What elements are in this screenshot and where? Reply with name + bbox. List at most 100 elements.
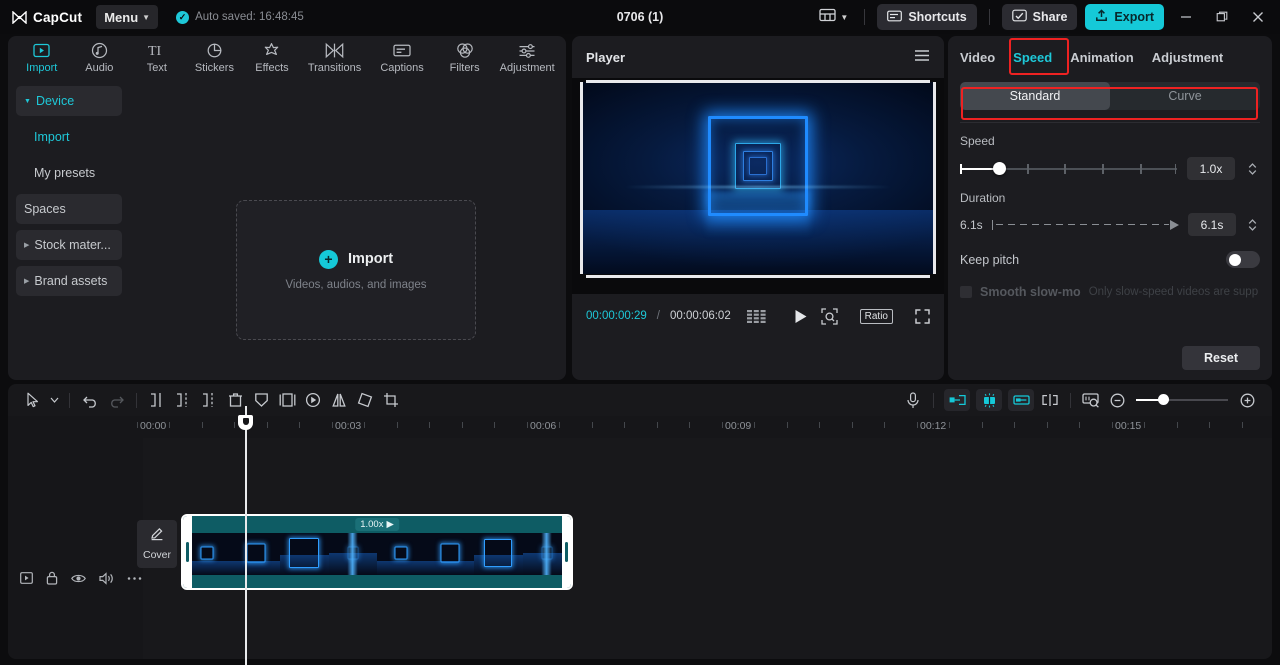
cover-button[interactable]: Cover xyxy=(137,520,177,568)
undo-icon[interactable] xyxy=(77,388,103,412)
tab-audio[interactable]: Audio xyxy=(72,37,128,79)
volume-icon[interactable] xyxy=(99,571,114,585)
import-title: Import xyxy=(347,251,394,267)
timeline-video-clip[interactable]: 1.00x ▶ xyxy=(181,514,573,590)
tab-adjustment[interactable]: Adjustment xyxy=(1152,50,1224,65)
redo-icon[interactable] xyxy=(103,388,129,412)
duration-stepper[interactable] xyxy=(1245,218,1260,232)
tab-label: Filters xyxy=(449,62,480,74)
zoom-fit-icon[interactable] xyxy=(820,307,838,325)
export-label: Export xyxy=(1114,10,1154,24)
timeline-ruler[interactable]: 00:00 00:03 00:06 00:09 00:12 00:15 xyxy=(8,416,1272,438)
playhead-handle[interactable] xyxy=(238,415,253,433)
clip-thumbnail xyxy=(425,533,474,575)
segment-standard[interactable]: Standard xyxy=(960,82,1110,110)
keep-pitch-toggle[interactable] xyxy=(1226,251,1260,268)
import-dropzone[interactable]: + Import Videos, audios, and images xyxy=(236,200,476,340)
thumbnail-preview-icon[interactable] xyxy=(1078,388,1104,412)
slider-tick xyxy=(1027,163,1029,174)
keyframe-icon[interactable] xyxy=(300,388,326,412)
timeline-zoom-slider[interactable] xyxy=(1136,392,1228,408)
chevron-down-icon[interactable] xyxy=(46,388,62,412)
sidebar-item-label: Spaces xyxy=(24,202,66,216)
player-header: Player xyxy=(572,36,944,78)
sidebar-item-device[interactable]: ▼ Device xyxy=(16,86,122,116)
crop-icon[interactable] xyxy=(378,388,404,412)
speed-slider-knob[interactable] xyxy=(992,161,1006,175)
select-arrow-icon[interactable] xyxy=(20,388,46,412)
shortcuts-label: Shortcuts xyxy=(908,10,967,24)
magnet-snap-icon[interactable] xyxy=(976,389,1002,411)
ruler-label: 00:06 xyxy=(530,420,557,432)
smooth-slow-mo-hint: Only slow-speed videos are supp xyxy=(1088,286,1259,298)
player-menu-icon[interactable] xyxy=(914,49,930,65)
layout-button[interactable]: ▼ xyxy=(815,5,852,30)
plus-icon: + xyxy=(318,249,338,269)
split-marker-icon[interactable] xyxy=(1037,388,1063,412)
zoom-in-icon[interactable] xyxy=(1234,388,1260,412)
split-right-icon[interactable] xyxy=(196,388,222,412)
mirror-icon[interactable] xyxy=(326,388,352,412)
tab-filters[interactable]: Filters xyxy=(437,37,493,79)
split-icon[interactable] xyxy=(170,388,196,412)
tab-video[interactable]: Video xyxy=(960,50,995,65)
tab-import[interactable]: Import xyxy=(14,37,70,79)
smooth-slow-mo-checkbox[interactable] xyxy=(960,286,972,298)
properties-footer: Reset xyxy=(948,336,1272,380)
sidebar-item-my-presets[interactable]: My presets xyxy=(16,158,122,188)
clip-trim-handle-right[interactable] xyxy=(562,516,571,588)
maximize-button[interactable] xyxy=(1208,4,1236,30)
shortcuts-button[interactable]: Shortcuts xyxy=(877,4,977,30)
tab-speed[interactable]: Speed xyxy=(1013,50,1052,65)
neon-horizon-beam xyxy=(624,185,892,188)
clip-speed-badge[interactable]: 1.00x ▶ xyxy=(355,518,399,531)
minimize-button[interactable] xyxy=(1172,4,1200,30)
clip-trim-handle-left[interactable] xyxy=(183,516,192,588)
menu-label: Menu xyxy=(104,9,139,25)
zoom-out-icon[interactable] xyxy=(1104,388,1130,412)
speed-value-input[interactable]: 1.0x xyxy=(1187,157,1235,180)
play-button[interactable] xyxy=(794,309,808,324)
auto-snap-right-icon[interactable] xyxy=(1008,389,1034,411)
tab-transitions[interactable]: Transitions xyxy=(302,37,368,79)
share-button[interactable]: Share xyxy=(1001,4,1078,30)
video-preview[interactable] xyxy=(582,82,934,274)
tab-stickers[interactable]: Stickers xyxy=(187,37,243,79)
tab-animation[interactable]: Animation xyxy=(1070,50,1134,65)
video-track-icon[interactable] xyxy=(20,572,33,584)
tab-effects[interactable]: Effects xyxy=(244,37,300,79)
duration-value-input[interactable]: 6.1s xyxy=(1188,213,1236,236)
freeze-frame-icon[interactable] xyxy=(274,388,300,412)
tab-adjustment[interactable]: Adjustment xyxy=(494,37,560,79)
sidebar-item-stock-materials[interactable]: ▶ Stock mater... xyxy=(16,230,122,260)
divider xyxy=(864,9,866,25)
sidebar-item-brand-assets[interactable]: ▶ Brand assets xyxy=(16,266,122,296)
tab-label: Captions xyxy=(380,62,424,74)
frame-list-icon[interactable] xyxy=(746,309,766,323)
tab-captions[interactable]: Captions xyxy=(369,37,435,79)
export-button[interactable]: Export xyxy=(1085,4,1164,30)
more-dots-icon[interactable] xyxy=(127,576,142,581)
auto-snap-left-icon[interactable] xyxy=(944,389,970,411)
tab-text[interactable]: TI Text xyxy=(129,37,185,79)
split-left-icon[interactable] xyxy=(144,388,170,412)
segment-curve[interactable]: Curve xyxy=(1110,82,1260,110)
chevron-right-icon: ▶ xyxy=(24,278,30,285)
text-ti-icon: TI xyxy=(147,42,167,59)
microphone-icon[interactable] xyxy=(900,388,926,412)
ratio-button[interactable]: Ratio xyxy=(859,308,893,324)
menu-button[interactable]: Menu ▼ xyxy=(96,5,159,29)
speed-slider[interactable] xyxy=(960,160,1177,178)
eye-icon[interactable] xyxy=(71,573,86,584)
sidebar-item-spaces[interactable]: Spaces xyxy=(16,194,122,224)
close-button[interactable] xyxy=(1244,4,1272,30)
rotate-icon[interactable] xyxy=(352,388,378,412)
zoom-slider-knob[interactable] xyxy=(1158,394,1169,405)
playhead-line xyxy=(245,406,247,665)
mask-shield-icon[interactable] xyxy=(248,388,274,412)
speed-stepper[interactable] xyxy=(1245,162,1260,176)
fullscreen-icon[interactable] xyxy=(915,308,930,324)
lock-icon[interactable] xyxy=(46,571,58,585)
reset-button[interactable]: Reset xyxy=(1182,346,1260,370)
sidebar-item-import[interactable]: Import xyxy=(16,122,122,152)
